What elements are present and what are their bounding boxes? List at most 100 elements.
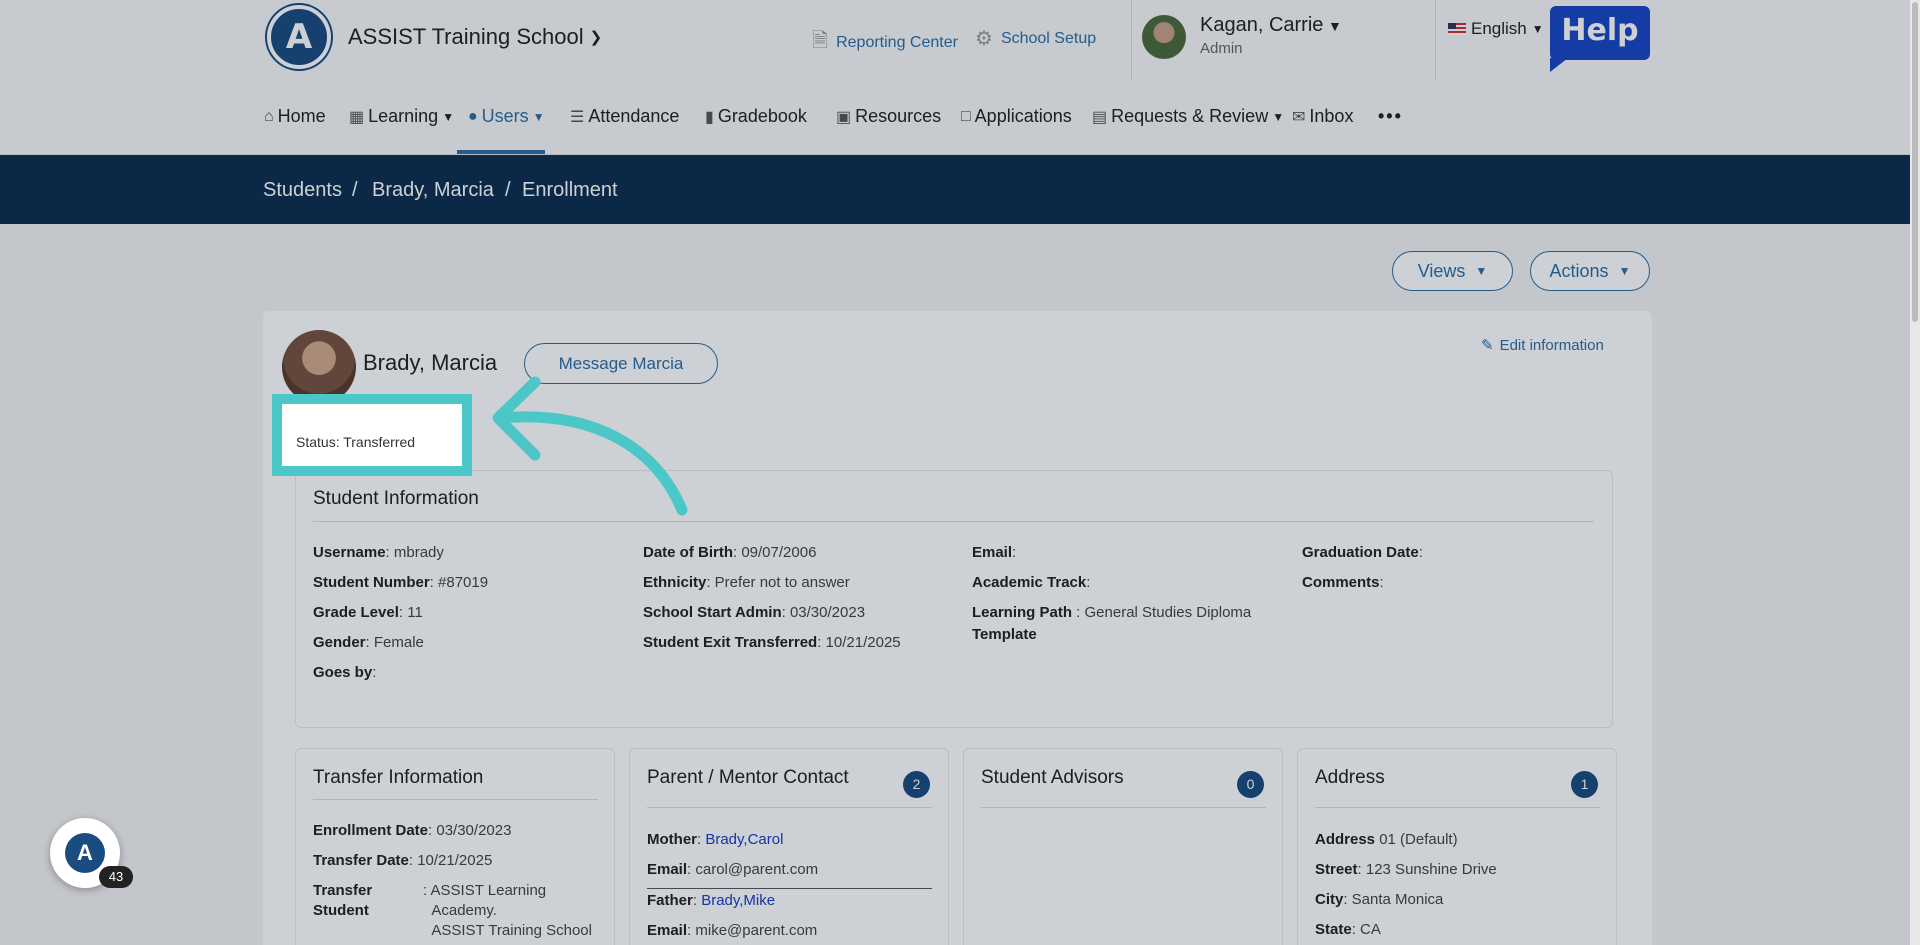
field-student-exit: Student Exit Transferred: 10/21/2025 <box>643 634 901 651</box>
edit-label: Edit information <box>1499 336 1604 354</box>
field-comments: Comments: <box>1302 574 1384 591</box>
chevron-down-icon[interactable]: ▼ <box>1328 18 1342 34</box>
chevron-down-icon: ❯ <box>589 29 603 46</box>
nav-label: Inbox <box>1309 106 1354 126</box>
nav-label: Gradebook <box>717 106 807 126</box>
chat-logo-icon: A <box>65 833 105 873</box>
field-father-email: Email: mike@parent.com <box>647 922 818 939</box>
nav-users[interactable]: ● Users ▼ <box>468 106 545 127</box>
nav-home[interactable]: ⌂ Home <box>264 106 326 127</box>
views-button[interactable]: Views ▼ <box>1392 251 1513 291</box>
divider <box>313 799 598 800</box>
breadcrumb-student[interactable]: Brady, Marcia <box>372 179 494 202</box>
student-name: Brady, Marcia <box>363 350 498 375</box>
divider <box>647 807 932 808</box>
breadcrumb-separator: / <box>505 179 511 201</box>
mother-link[interactable]: Brady,Carol <box>705 831 783 848</box>
nav-label: Requests & Review <box>1111 106 1269 126</box>
section-title: Student Information <box>313 488 479 509</box>
top-bar: A ASSIST Training School ❯ 🗎 Reporting C… <box>0 0 1920 80</box>
field-student-number: Student Number: #87019 <box>313 574 489 591</box>
learning-icon: ▦ <box>349 108 365 126</box>
field-graduation-date: Graduation Date: <box>1302 544 1423 561</box>
nav-inbox[interactable]: ✉ Inbox <box>1292 106 1353 127</box>
school-setup-link[interactable]: ⚙ School Setup <box>975 26 1096 51</box>
reporting-center-link[interactable]: 🗎 Reporting Center <box>812 26 958 60</box>
pencil-icon: ✎ <box>1481 337 1494 354</box>
school-logo[interactable]: A <box>267 5 331 69</box>
help-button[interactable]: Help <box>1550 6 1650 72</box>
field-academic-track: Academic Track: <box>972 574 1091 591</box>
divider <box>647 888 932 889</box>
actions-label: Actions <box>1549 260 1609 281</box>
school-name: ASSIST Training School <box>348 24 584 49</box>
reporting-center-label: Reporting Center <box>836 34 958 51</box>
chevron-down-icon: ▼ <box>1531 22 1544 36</box>
us-flag-icon <box>1448 23 1466 35</box>
nav-attendance[interactable]: ☰ Attendance <box>570 106 679 127</box>
nav-applications[interactable]: □ Applications <box>961 106 1072 127</box>
nav-label: Attendance <box>588 106 680 126</box>
field-mother: Mother: Brady,Carol <box>647 831 784 848</box>
language-label: English <box>1471 19 1527 38</box>
gear-icon: ⚙ <box>975 28 993 50</box>
status-highlight: Status: Transferred <box>272 394 472 476</box>
field-street: Street: 123 Sunshine Drive <box>1315 861 1497 878</box>
document-icon: 🗎 <box>812 30 829 52</box>
field-email: Email: <box>972 544 1017 561</box>
edit-information-link[interactable]: ✎ Edit information <box>1481 336 1604 355</box>
divider <box>313 521 1594 522</box>
field-transfer-date: Transfer Date: 10/21/2025 <box>313 852 493 869</box>
field-father: Father: Brady,Mike <box>647 892 776 909</box>
field-transfer-student-value: : ASSIST Learning Academy. ASSIST Traini… <box>423 882 592 939</box>
user-role: Admin <box>1200 40 1243 57</box>
requests-icon: ▤ <box>1092 108 1108 126</box>
inbox-icon: ✉ <box>1292 108 1306 126</box>
more-menu-icon[interactable]: ••• <box>1378 106 1403 127</box>
father-link[interactable]: Brady,Mike <box>701 892 775 909</box>
resources-icon: ▣ <box>836 108 852 126</box>
logo-letter: A <box>285 17 313 57</box>
user-name[interactable]: Kagan, Carrie <box>1200 14 1323 37</box>
home-icon: ⌂ <box>264 107 274 125</box>
actions-button[interactable]: Actions ▼ <box>1530 251 1650 291</box>
field-address: Address 01 (Default) <box>1315 831 1458 848</box>
nav-gradebook[interactable]: ▮ Gradebook <box>705 106 807 127</box>
chevron-down-icon: ▼ <box>532 109 545 124</box>
student-status: Status: Transferred <box>296 434 416 450</box>
nav-label: Home <box>277 106 326 126</box>
nav-label: Applications <box>974 106 1072 126</box>
gradebook-icon: ▮ <box>705 108 714 126</box>
section-title: Student Advisors <box>981 767 1124 788</box>
field-goes-by: Goes by: <box>313 664 377 681</box>
nav-resources[interactable]: ▣ Resources <box>836 106 941 127</box>
count-badge: 2 <box>903 771 930 798</box>
school-setup-label: School Setup <box>1000 29 1097 47</box>
section-title: Transfer Information <box>313 767 484 788</box>
nav-requests-review[interactable]: ▤ Requests & Review ▼ <box>1092 106 1284 127</box>
field-gender: Gender: Female <box>313 634 424 651</box>
nav-label: Users <box>481 106 529 126</box>
user-avatar[interactable] <box>1142 15 1186 59</box>
field-ethnicity: Ethnicity: Prefer not to answer <box>643 574 850 591</box>
nav-label: Learning <box>368 106 439 126</box>
breadcrumb-page: Enrollment <box>522 179 618 201</box>
count-badge: 1 <box>1571 771 1598 798</box>
field-learning-path-cont: Template <box>972 626 1037 643</box>
breadcrumb-students[interactable]: Students <box>263 179 342 202</box>
nav-label: Resources <box>855 106 942 126</box>
field-username: Username: mbrady <box>313 544 444 561</box>
student-avatar[interactable] <box>282 330 356 404</box>
chevron-down-icon: ▼ <box>1272 109 1285 124</box>
section-title: Parent / Mentor Contact <box>647 767 849 788</box>
section-title: Address <box>1315 767 1385 788</box>
nav-learning[interactable]: ▦ Learning ▼ <box>349 106 454 127</box>
field-enrollment-date: Enrollment Date: 03/30/2023 <box>313 822 512 839</box>
field-city: City: Santa Monica <box>1315 891 1444 908</box>
language-selector[interactable]: English ▼ <box>1448 19 1544 39</box>
scrollbar-thumb[interactable] <box>1912 2 1918 322</box>
page-scrollbar[interactable] <box>1910 0 1920 945</box>
school-selector[interactable]: ASSIST Training School ❯ <box>348 24 602 50</box>
chevron-down-icon: ▼ <box>1618 264 1631 278</box>
breadcrumb: Students / Brady, Marcia / Enrollment <box>0 155 1920 224</box>
